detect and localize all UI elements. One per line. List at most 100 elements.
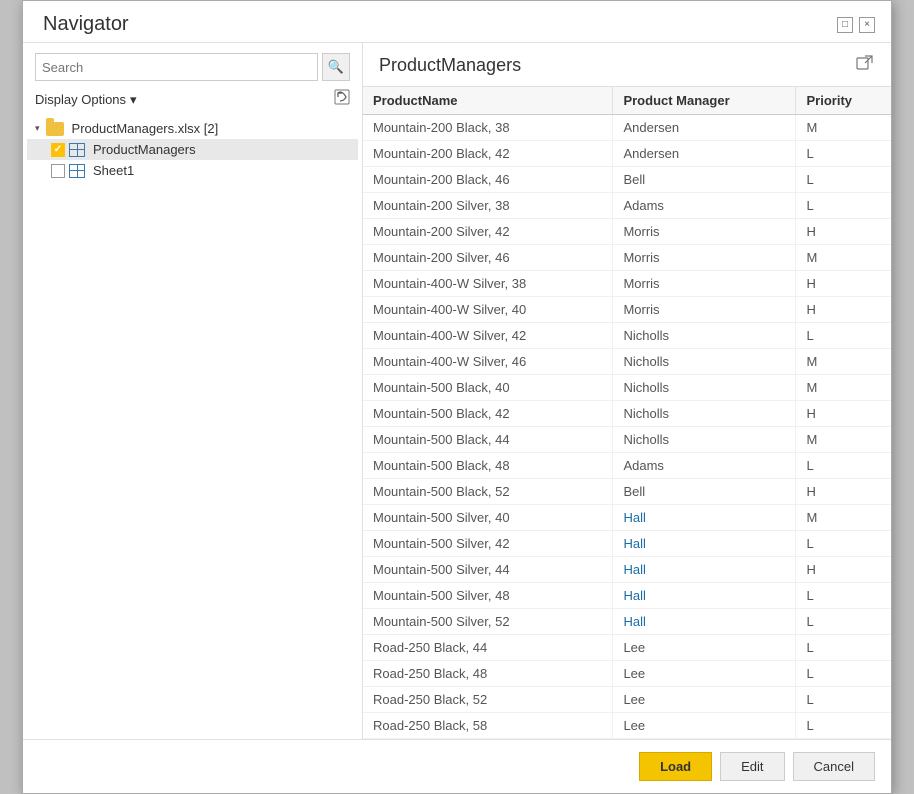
col-header-manager: Product Manager [613,87,796,115]
table-row: Mountain-500 Black, 40NichollsM [363,375,891,401]
table-cell: Nicholls [613,349,796,375]
table-row: Mountain-200 Black, 46BellL [363,167,891,193]
right-panel: ProductManagers ProductName [363,43,891,739]
table-icon-product-managers [69,143,85,157]
table-cell: Mountain-500 Black, 40 [363,375,613,401]
table-row: Mountain-500 Silver, 48HallL [363,583,891,609]
table-row: Mountain-200 Black, 42AndersenL [363,141,891,167]
table-cell: Bell [613,479,796,505]
search-input[interactable] [35,53,318,81]
table-cell: L [796,635,891,661]
minimize-button[interactable]: □ [837,17,853,33]
table-cell: Mountain-200 Silver, 46 [363,245,613,271]
table-cell: Nicholls [613,427,796,453]
refresh-button[interactable] [334,89,350,110]
table-cell: L [796,323,891,349]
table-cell: L [796,167,891,193]
data-table-container: ProductName Product Manager Priority Mou… [363,86,891,739]
table-cell: Mountain-500 Black, 48 [363,453,613,479]
table-cell: Mountain-500 Black, 52 [363,479,613,505]
table-row: Mountain-200 Black, 38AndersenM [363,115,891,141]
file-label: ProductManagers.xlsx [2] [72,121,219,136]
preview-title: ProductManagers [379,55,521,76]
table-row: Mountain-500 Black, 44NichollsM [363,427,891,453]
table-cell: Lee [613,687,796,713]
table-row: Mountain-500 Silver, 52HallL [363,609,891,635]
search-button[interactable]: 🔍 [322,53,350,81]
table-cell: M [796,427,891,453]
table-cell: H [796,557,891,583]
tree-item-sheet1[interactable]: Sheet1 [27,160,358,181]
tree-file-item[interactable]: ▾ ProductManagers.xlsx [2] [27,118,358,139]
table-scroll-area[interactable]: ProductName Product Manager Priority Mou… [363,87,891,739]
table-cell: Mountain-500 Silver, 40 [363,505,613,531]
table-cell: Morris [613,297,796,323]
col-header-priority: Priority [796,87,891,115]
table-cell: Morris [613,245,796,271]
edit-button[interactable]: Edit [720,752,784,781]
search-icon: 🔍 [328,59,344,75]
table-cell: Adams [613,193,796,219]
table-row: Road-250 Black, 44LeeL [363,635,891,661]
chevron-down-icon: ▾ [130,92,137,108]
table-row: Mountain-400-W Silver, 42NichollsL [363,323,891,349]
table-cell: Morris [613,219,796,245]
table-cell: Mountain-200 Black, 46 [363,167,613,193]
table-cell: Hall [613,557,796,583]
display-options-row: Display Options ▾ [23,89,362,118]
table-cell: Mountain-200 Black, 42 [363,141,613,167]
table-cell: Hall [613,531,796,557]
table-cell: Mountain-500 Silver, 48 [363,583,613,609]
table-row: Mountain-500 Black, 42NichollsH [363,401,891,427]
table-row: Mountain-400-W Silver, 46NichollsM [363,349,891,375]
table-cell: H [796,271,891,297]
table-cell: L [796,687,891,713]
table-row: Mountain-400-W Silver, 40MorrisH [363,297,891,323]
table-cell: Mountain-500 Silver, 42 [363,531,613,557]
table-cell: Mountain-500 Black, 42 [363,401,613,427]
table-cell: Morris [613,271,796,297]
navigator-dialog: Navigator □ × 🔍 Display Options ▾ [22,0,892,794]
table-cell: Mountain-200 Silver, 42 [363,219,613,245]
display-options-button[interactable]: Display Options ▾ [35,92,137,108]
table-cell: Lee [613,635,796,661]
table-cell: Bell [613,167,796,193]
table-cell: Mountain-400-W Silver, 42 [363,323,613,349]
table-cell: Lee [613,661,796,687]
title-bar: Navigator □ × [23,1,891,42]
table-cell: Mountain-200 Black, 38 [363,115,613,141]
table-cell: L [796,661,891,687]
table-row: Mountain-500 Silver, 44HallH [363,557,891,583]
checkbox-sheet1[interactable] [51,164,65,178]
table-cell: Mountain-500 Black, 44 [363,427,613,453]
table-cell: M [796,115,891,141]
product-managers-label: ProductManagers [93,142,196,157]
table-cell: L [796,141,891,167]
table-row: Mountain-200 Silver, 42MorrisH [363,219,891,245]
dialog-title: Navigator [43,13,129,36]
table-cell: Road-250 Black, 48 [363,661,613,687]
footer: Load Edit Cancel [23,739,891,793]
table-row: Mountain-500 Black, 48AdamsL [363,453,891,479]
tree-item-product-managers[interactable]: ProductManagers [27,139,358,160]
table-cell: Andersen [613,115,796,141]
table-cell: L [796,193,891,219]
table-cell: H [796,479,891,505]
table-cell: M [796,505,891,531]
checkbox-product-managers[interactable] [51,143,65,157]
table-row: Mountain-200 Silver, 38AdamsL [363,193,891,219]
cancel-button[interactable]: Cancel [793,752,875,781]
table-cell: Adams [613,453,796,479]
table-cell: Hall [613,583,796,609]
preview-title-row: ProductManagers [363,53,891,86]
table-cell: H [796,219,891,245]
table-row: Road-250 Black, 48LeeL [363,661,891,687]
table-cell: Nicholls [613,401,796,427]
close-button[interactable]: × [859,17,875,33]
content-area: 🔍 Display Options ▾ [23,42,891,739]
table-cell: L [796,609,891,635]
expand-arrow-icon: ▾ [35,123,40,134]
load-button[interactable]: Load [639,752,712,781]
table-row: Road-250 Black, 52LeeL [363,687,891,713]
tree-area: ▾ ProductManagers.xlsx [2] ProductManage… [23,118,362,729]
